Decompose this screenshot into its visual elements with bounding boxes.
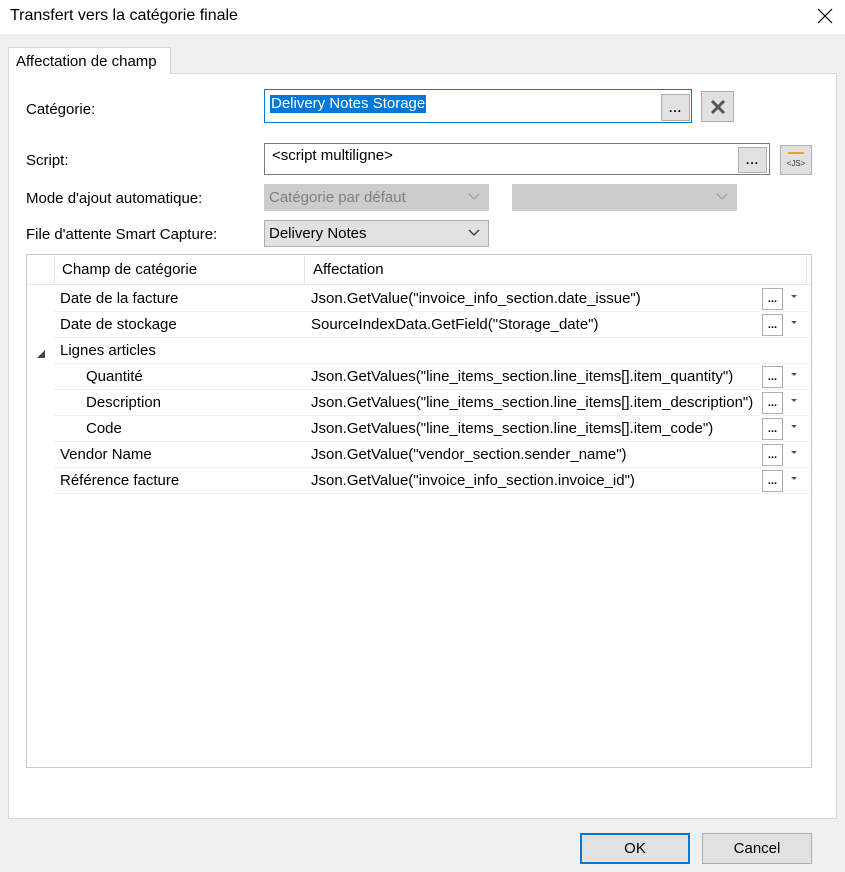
row-browse-button[interactable]: ... bbox=[762, 418, 783, 440]
close-icon[interactable] bbox=[810, 0, 840, 32]
field-name: Date de stockage bbox=[60, 316, 177, 333]
table-row[interactable]: Code Json.GetValues("line_items_section.l… bbox=[54, 416, 809, 442]
auto-mode-label: Mode d'ajout automatique: bbox=[26, 190, 203, 207]
chevron-down-icon bbox=[468, 229, 480, 236]
header-divider bbox=[806, 256, 807, 284]
row-browse-button[interactable]: ... bbox=[762, 444, 783, 466]
x-icon bbox=[710, 99, 725, 114]
smart-queue-label: File d'attente Smart Capture: bbox=[26, 226, 218, 243]
chevron-down-icon bbox=[468, 193, 480, 200]
assignment-value[interactable]: Json.GetValue("vendor_section.sender_nam… bbox=[311, 446, 760, 463]
dropdown-arrow-icon[interactable] bbox=[790, 476, 798, 482]
category-clear-button[interactable] bbox=[701, 91, 734, 122]
table-row[interactable]: Date de stockage SourceIndexData.GetField… bbox=[54, 312, 809, 338]
header-divider bbox=[54, 256, 55, 284]
smart-queue-select[interactable]: Delivery Notes bbox=[264, 220, 489, 247]
auto-mode-secondary-select[interactable] bbox=[512, 184, 737, 211]
assignment-value[interactable]: Json.GetValues("line_items_section.line_… bbox=[311, 394, 760, 411]
dropdown-arrow-icon[interactable] bbox=[790, 372, 798, 378]
dropdown-arrow-icon[interactable] bbox=[790, 294, 798, 300]
field-name: Vendor Name bbox=[60, 446, 152, 463]
dropdown-arrow-icon[interactable] bbox=[790, 424, 798, 430]
script-label: Script: bbox=[26, 152, 69, 169]
smart-queue-value: Delivery Notes bbox=[269, 225, 367, 242]
dropdown-arrow-icon[interactable] bbox=[790, 398, 798, 404]
script-browse-button[interactable]: ... bbox=[738, 147, 767, 173]
window-title: Transfert vers la catégorie finale bbox=[10, 7, 238, 24]
dropdown-arrow-icon[interactable] bbox=[790, 450, 798, 456]
row-browse-button[interactable]: ... bbox=[762, 314, 783, 336]
row-browse-button[interactable]: ... bbox=[762, 366, 783, 388]
tab-field-assignment[interactable]: Affectation de champ bbox=[8, 47, 171, 74]
assignment-value[interactable]: Json.GetValues("line_items_section.line_… bbox=[311, 420, 760, 437]
row-browse-button[interactable]: ... bbox=[762, 470, 783, 492]
category-value: Delivery Notes Storage bbox=[270, 95, 427, 113]
collapse-arrow-icon[interactable] bbox=[36, 346, 46, 363]
assignment-value[interactable]: Json.GetValues("line_items_section.line_… bbox=[311, 368, 760, 385]
table-row[interactable]: Date de la facture Json.GetValue("invoice… bbox=[54, 286, 809, 312]
tab-label: Affectation de champ bbox=[16, 53, 157, 70]
table-row[interactable]: Description Json.GetValues("line_items_se… bbox=[54, 390, 809, 416]
js-script-icon: <JS> bbox=[787, 152, 806, 168]
table-row[interactable]: Référence facture Json.GetValue("invoice_… bbox=[54, 468, 809, 494]
dropdown-arrow-icon[interactable] bbox=[790, 320, 798, 326]
column-header-assignment[interactable]: Affectation bbox=[313, 261, 384, 278]
auto-mode-value: Catégorie par défaut bbox=[269, 189, 406, 206]
table-row[interactable]: Vendor Name Json.GetValue("vendor_section… bbox=[54, 442, 809, 468]
field-name: Quantité bbox=[86, 368, 143, 385]
column-header-field[interactable]: Champ de catégorie bbox=[62, 261, 197, 278]
field-name: Lignes articles bbox=[60, 342, 156, 359]
group-row[interactable]: Lignes articles bbox=[54, 338, 809, 364]
field-name: Code bbox=[86, 420, 122, 437]
field-name: Description bbox=[86, 394, 162, 411]
row-browse-button[interactable]: ... bbox=[762, 288, 783, 310]
assignment-value[interactable]: Json.GetValue("invoice_info_section.date… bbox=[311, 290, 760, 307]
field-name: Date de la facture bbox=[60, 290, 179, 307]
script-value: <script multiligne> bbox=[272, 147, 393, 164]
assignment-value[interactable]: Json.GetValue("invoice_info_section.invo… bbox=[311, 472, 760, 489]
category-label: Catégorie: bbox=[26, 101, 96, 118]
svg-text:<JS>: <JS> bbox=[787, 159, 806, 168]
header-divider[interactable] bbox=[304, 256, 305, 284]
category-browse-button[interactable]: ... bbox=[661, 94, 690, 121]
js-script-button[interactable]: <JS> bbox=[780, 145, 812, 175]
field-name: Référence facture bbox=[60, 472, 180, 489]
table-row[interactable]: Quantité Json.GetValues("line_items_secti… bbox=[54, 364, 809, 390]
assignment-value[interactable]: SourceIndexData.GetField("Storage_date") bbox=[311, 316, 760, 333]
row-browse-button[interactable]: ... bbox=[762, 392, 783, 414]
cancel-button[interactable]: Cancel bbox=[702, 833, 812, 864]
chevron-down-icon bbox=[716, 193, 728, 200]
ok-button[interactable]: OK bbox=[580, 833, 690, 864]
auto-mode-select[interactable]: Catégorie par défaut bbox=[264, 184, 489, 211]
